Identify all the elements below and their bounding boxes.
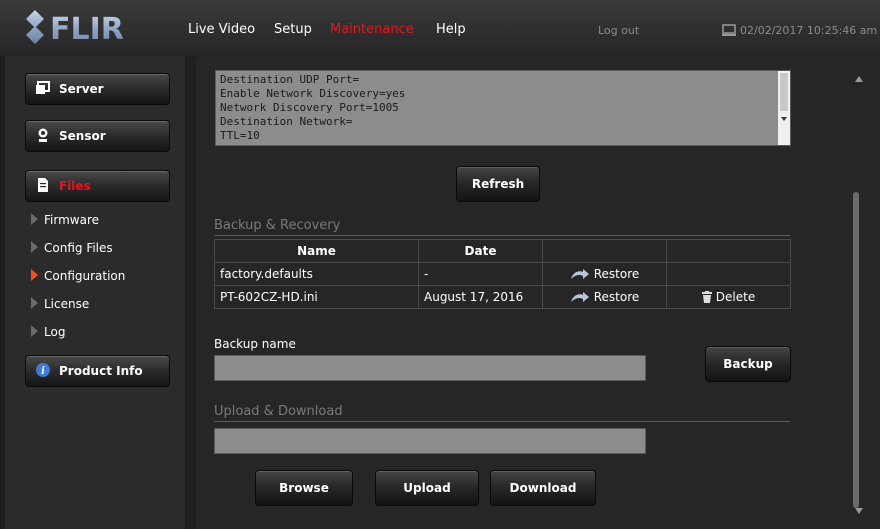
sidebar-server-button[interactable]: Server — [25, 73, 170, 105]
table-row: factory.defaults - Restore — [214, 262, 791, 286]
page-scrollbar-thumb[interactable] — [853, 192, 859, 508]
delete-column-header — [666, 239, 791, 263]
scroll-down-arrow-icon[interactable] — [781, 117, 787, 121]
sidebar-item-config-files[interactable]: Config Files — [31, 241, 113, 255]
upload-button[interactable]: Upload — [375, 470, 479, 506]
sidebar-item-log[interactable]: Log — [31, 325, 65, 339]
datetime-text: 02/02/2017 10:25:46 am — [740, 24, 878, 37]
sidebar-files-label: Files — [59, 179, 91, 193]
svg-text:FLIR: FLIR — [50, 12, 124, 47]
nav-live-video[interactable]: Live Video — [188, 22, 255, 37]
triangle-right-icon — [31, 325, 38, 337]
triangle-right-icon — [31, 213, 38, 225]
backup-files-table: Name Date factory.defaults - Restore PT-… — [214, 239, 791, 309]
delete-label: Delete — [715, 290, 756, 304]
triangle-right-icon — [31, 241, 38, 253]
file-name-cell: PT-602CZ-HD.ini — [214, 285, 419, 309]
table-header-row: Name Date — [214, 239, 791, 263]
delete-cell: Delete — [666, 285, 791, 309]
sidebar: Server Sensor Files Firmware Config File… — [5, 56, 186, 529]
restore-cell: Restore — [542, 262, 667, 286]
date-column-header: Date — [418, 239, 543, 263]
scroll-up-arrow-icon[interactable] — [855, 76, 863, 82]
file-icon — [38, 178, 48, 192]
svg-text:i: i — [41, 366, 45, 377]
sidebar-files-button[interactable]: Files — [25, 170, 170, 202]
configuration-textarea[interactable]: Destination UDP Port= Enable Network Dis… — [215, 70, 791, 146]
info-icon: i — [36, 363, 50, 377]
nav-maintenance[interactable]: Maintenance — [330, 22, 414, 37]
delete-cell — [666, 262, 791, 286]
top-bar: FLIR Live Video Setup Maintenance Help L… — [0, 0, 880, 56]
nav-setup[interactable]: Setup — [274, 22, 312, 37]
upload-download-heading: Upload & Download — [214, 404, 790, 422]
main-panel: Destination UDP Port= Enable Network Dis… — [196, 56, 880, 529]
restore-icon — [570, 269, 589, 279]
delete-button[interactable]: Delete — [701, 290, 756, 304]
upload-file-input[interactable] — [214, 428, 646, 454]
backup-button[interactable]: Backup — [705, 346, 791, 382]
logout-link[interactable]: Log out — [598, 24, 639, 37]
name-column-header: Name — [214, 239, 419, 263]
sidebar-item-label: License — [44, 297, 90, 311]
restore-button[interactable]: Restore — [570, 290, 640, 304]
scroll-down-arrow-icon[interactable] — [855, 508, 863, 514]
sidebar-item-label: Config Files — [44, 241, 113, 255]
sidebar-item-label: Configuration — [44, 269, 126, 283]
sidebar-product-info-button[interactable]: i Product Info — [25, 355, 170, 387]
textarea-scroll-thumb[interactable] — [780, 73, 788, 111]
file-date-cell: August 17, 2016 — [418, 285, 543, 309]
sidebar-server-label: Server — [59, 82, 104, 96]
sidebar-sensor-button[interactable]: Sensor — [25, 120, 170, 152]
file-name-cell: factory.defaults — [214, 262, 419, 286]
restore-cell: Restore — [542, 285, 667, 309]
sidebar-item-label: Log — [44, 325, 66, 339]
textarea-scrollbar[interactable] — [778, 71, 790, 145]
backup-name-label: Backup name — [214, 337, 296, 351]
sidebar-item-license[interactable]: License — [31, 297, 89, 311]
sensor-icon — [38, 128, 48, 142]
sidebar-item-configuration[interactable]: Configuration — [31, 269, 125, 283]
backup-recovery-heading: Backup & Recovery — [214, 218, 790, 236]
restore-label: Restore — [593, 267, 640, 281]
restore-button[interactable]: Restore — [570, 267, 640, 281]
refresh-button[interactable]: Refresh — [456, 166, 540, 202]
backup-name-input[interactable] — [214, 355, 646, 381]
sidebar-product-info-label: Product Info — [59, 364, 143, 378]
restore-label: Restore — [593, 290, 640, 304]
flir-logo: FLIR — [24, 7, 130, 47]
sidebar-item-label: Firmware — [44, 213, 99, 227]
browse-button[interactable]: Browse — [255, 470, 353, 506]
restore-icon — [570, 292, 589, 302]
download-button[interactable]: Download — [490, 470, 596, 506]
restore-column-header — [542, 239, 667, 263]
nav-help[interactable]: Help — [436, 22, 466, 37]
datetime-display: 02/02/2017 10:25:46 am — [722, 24, 877, 37]
sidebar-sensor-label: Sensor — [59, 129, 106, 143]
computer-icon — [722, 24, 736, 36]
triangle-right-icon — [31, 269, 38, 281]
trash-icon — [701, 291, 712, 303]
server-icon — [36, 81, 50, 94]
triangle-right-icon — [31, 297, 38, 309]
sidebar-item-firmware[interactable]: Firmware — [31, 213, 99, 227]
file-date-cell: - — [418, 262, 543, 286]
configuration-text: Destination UDP Port= Enable Network Dis… — [220, 73, 406, 142]
table-row: PT-602CZ-HD.ini August 17, 2016 Restore … — [214, 285, 791, 309]
